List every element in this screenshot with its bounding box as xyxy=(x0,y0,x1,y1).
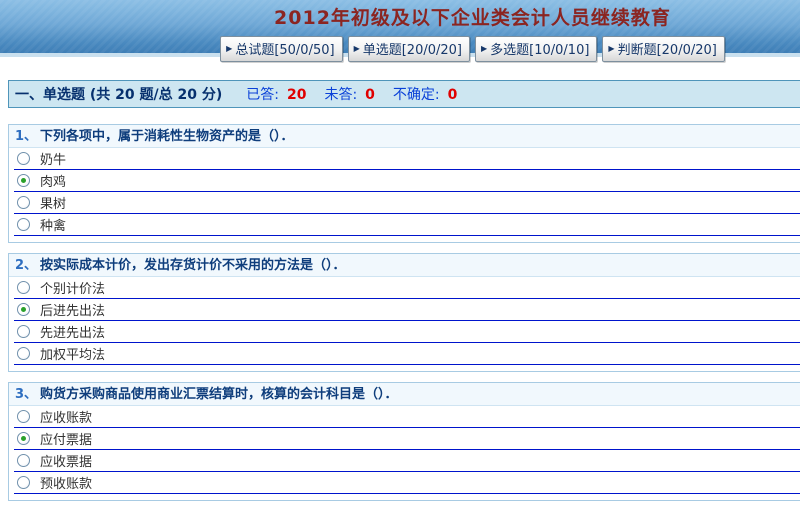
section-header: 一、单选题 (共 20 题/总 20 分) 已答:20 未答:0 不确定:0 xyxy=(8,80,800,108)
option-row[interactable]: 先进先出法 xyxy=(14,321,800,343)
nav-button-all-questions[interactable]: ▶ 总试题[50/0/50] xyxy=(220,36,342,62)
option-row[interactable]: 应收账款 xyxy=(14,406,800,428)
option-list: 个别计价法 后进先出法 先进先出法 加权平均法 xyxy=(9,277,800,371)
option-list: 奶牛 肉鸡 果树 种禽 xyxy=(9,148,800,242)
option-label: 个别计价法 xyxy=(40,278,105,297)
radio-button[interactable] xyxy=(17,174,30,187)
question-block-2: 2、按实际成本计价，发出存货计价不采用的方法是（）． 个别计价法 后进先出法 先… xyxy=(8,253,800,372)
triangle-right-icon: ▶ xyxy=(481,45,487,53)
option-label: 先进先出法 xyxy=(40,322,105,341)
question-block-3: 3、购货方采购商品使用商业汇票结算时，核算的会计科目是（）． 应收账款 应付票据… xyxy=(8,382,800,501)
radio-button[interactable] xyxy=(17,476,30,489)
option-row[interactable]: 应付票据 xyxy=(14,428,800,450)
question-block-1: 1、下列各项中，属于消耗性生物资产的是（）． 奶牛 肉鸡 果树 种禽 xyxy=(8,124,800,243)
nav-button-single-choice[interactable]: ▶ 单选题[20/0/20] xyxy=(348,36,470,62)
question-title: 1、下列各项中，属于消耗性生物资产的是（）． xyxy=(9,125,800,148)
option-row[interactable]: 个别计价法 xyxy=(14,277,800,299)
exam-content: 一、单选题 (共 20 题/总 20 分) 已答:20 未答:0 不确定:0 1… xyxy=(8,80,800,501)
option-label: 果树 xyxy=(40,193,66,212)
triangle-right-icon: ▶ xyxy=(608,45,614,53)
option-label: 应付票据 xyxy=(40,429,92,448)
option-label: 种禽 xyxy=(40,215,66,234)
option-label: 加权平均法 xyxy=(40,344,105,363)
radio-button[interactable] xyxy=(17,410,30,423)
nav-button-label: 多选题[10/0/10] xyxy=(490,39,589,58)
exam-page: 2012年初级及以下企业类会计人员继续教育 ▶ 总试题[50/0/50] ▶ 单… xyxy=(0,0,800,501)
option-list: 应收账款 应付票据 应收票据 预收账款 xyxy=(9,406,800,500)
question-title: 3、购货方采购商品使用商业汇票结算时，核算的会计科目是（）． xyxy=(9,383,800,406)
radio-button[interactable] xyxy=(17,325,30,338)
page-title: 2012年初级及以下企业类会计人员继续教育 xyxy=(0,0,800,30)
radio-button[interactable] xyxy=(17,281,30,294)
radio-button[interactable] xyxy=(17,218,30,231)
triangle-right-icon: ▶ xyxy=(354,45,360,53)
nav-button-label: 判断题[20/0/20] xyxy=(618,39,717,58)
answer-stats: 已答:20 未答:0 不确定:0 xyxy=(246,84,475,104)
radio-button[interactable] xyxy=(17,196,30,209)
page-header: 2012年初级及以下企业类会计人员继续教育 ▶ 总试题[50/0/50] ▶ 单… xyxy=(0,0,800,57)
option-row[interactable]: 种禽 xyxy=(14,214,800,236)
nav-button-label: 总试题[50/0/50] xyxy=(235,39,334,58)
radio-button[interactable] xyxy=(17,303,30,316)
option-row[interactable]: 肉鸡 xyxy=(14,170,800,192)
radio-button[interactable] xyxy=(17,152,30,165)
question-text: 下列各项中，属于消耗性生物资产的是（）． xyxy=(40,129,294,144)
option-row[interactable]: 应收票据 xyxy=(14,450,800,472)
radio-button[interactable] xyxy=(17,347,30,360)
option-row[interactable]: 后进先出法 xyxy=(14,299,800,321)
option-label: 后进先出法 xyxy=(40,300,105,319)
option-label: 肉鸡 xyxy=(40,171,66,190)
question-text: 按实际成本计价，发出存货计价不采用的方法是（）． xyxy=(40,258,346,273)
question-text: 购货方采购商品使用商业汇票结算时，核算的会计科目是（）． xyxy=(40,387,398,402)
question-number: 3、 xyxy=(15,387,37,402)
radio-button[interactable] xyxy=(17,454,30,467)
option-label: 奶牛 xyxy=(40,149,66,168)
radio-button[interactable] xyxy=(17,432,30,445)
option-row[interactable]: 奶牛 xyxy=(14,148,800,170)
option-row[interactable]: 加权平均法 xyxy=(14,343,800,365)
nav-button-multi-choice[interactable]: ▶ 多选题[10/0/10] xyxy=(475,36,597,62)
question-title: 2、按实际成本计价，发出存货计价不采用的方法是（）． xyxy=(9,254,800,277)
option-row[interactable]: 果树 xyxy=(14,192,800,214)
option-label: 应收账款 xyxy=(40,407,92,426)
nav-button-label: 单选题[20/0/20] xyxy=(363,39,462,58)
option-row[interactable]: 预收账款 xyxy=(14,472,800,494)
section-title: 一、单选题 (共 20 题/总 20 分) xyxy=(15,84,222,104)
nav-button-row: ▶ 总试题[50/0/50] ▶ 单选题[20/0/20] ▶ 多选题[10/0… xyxy=(0,36,800,62)
stat-uncertain: 不确定:0 xyxy=(393,84,457,104)
stat-unanswered: 未答:0 xyxy=(324,84,374,104)
triangle-right-icon: ▶ xyxy=(226,45,232,53)
option-label: 预收账款 xyxy=(40,473,92,492)
stat-answered: 已答:20 xyxy=(246,84,306,104)
question-number: 2、 xyxy=(15,258,37,273)
question-number: 1、 xyxy=(15,129,37,144)
option-label: 应收票据 xyxy=(40,451,92,470)
nav-button-true-false[interactable]: ▶ 判断题[20/0/20] xyxy=(602,36,724,62)
